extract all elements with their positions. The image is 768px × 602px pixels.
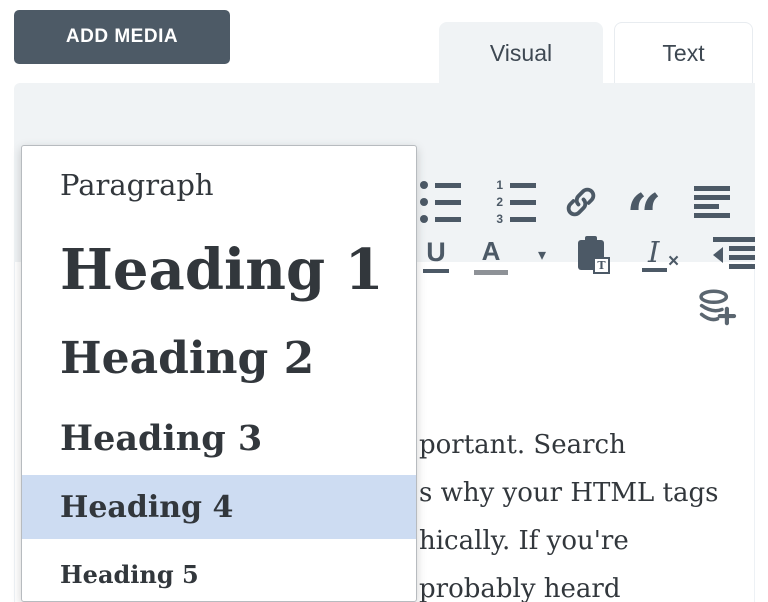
text-line: s why your HTML tags bbox=[419, 478, 719, 508]
paste-as-text-icon: T bbox=[576, 236, 610, 274]
tab-text[interactable]: Text bbox=[614, 22, 753, 84]
format-option-heading-3[interactable]: Heading 3 bbox=[22, 401, 416, 475]
stack-add-icon[interactable] bbox=[697, 288, 737, 332]
editor-window: ADD MEDIA Visual Text Heading 4 ▾ B I 1 … bbox=[0, 0, 768, 602]
paste-as-text-button[interactable]: T bbox=[570, 233, 616, 277]
format-option-heading-2[interactable]: Heading 2 bbox=[22, 316, 416, 401]
align-left-button[interactable] bbox=[692, 180, 732, 224]
underline-bar bbox=[423, 269, 449, 273]
align-left-icon bbox=[694, 186, 730, 218]
clear-formatting-button[interactable]: I × bbox=[639, 233, 687, 277]
format-option-heading-4-selected[interactable]: Heading 4 bbox=[22, 475, 416, 539]
document-text[interactable]: portant. Search s why your HTML tags hic… bbox=[419, 421, 759, 602]
outdent-button[interactable] bbox=[711, 233, 757, 277]
text-color-caret-icon[interactable]: ▾ bbox=[524, 233, 560, 277]
bullet-list-icon bbox=[419, 181, 461, 223]
format-option-heading-1[interactable]: Heading 1 bbox=[22, 223, 416, 316]
outdent-icon bbox=[713, 237, 755, 273]
tab-visual[interactable]: Visual bbox=[439, 22, 603, 84]
clear-formatting-icon: I × bbox=[642, 235, 684, 275]
link-button[interactable] bbox=[560, 180, 602, 224]
text-line: probably heard bbox=[419, 574, 621, 602]
format-option-heading-5[interactable]: Heading 5 bbox=[22, 539, 416, 601]
underline-glyph: U bbox=[426, 237, 446, 267]
numbered-list-button[interactable]: 1 2 3 bbox=[490, 179, 540, 225]
underline-button[interactable]: U bbox=[414, 233, 458, 277]
text-color-bar bbox=[474, 269, 508, 275]
text-line: hically. If you're bbox=[419, 526, 629, 556]
text-color-glyph: A bbox=[481, 235, 501, 266]
text-color-button[interactable]: A bbox=[469, 233, 513, 277]
bullet-list-button[interactable] bbox=[418, 180, 462, 224]
format-dropdown-menu: Paragraph Heading 1 Heading 2 Heading 3 … bbox=[21, 145, 417, 602]
blockquote-button[interactable]: “ bbox=[622, 180, 666, 248]
text-line: portant. Search bbox=[419, 430, 626, 460]
link-icon bbox=[566, 187, 596, 217]
format-option-paragraph[interactable]: Paragraph bbox=[22, 146, 416, 223]
numbered-list-icon: 1 2 3 bbox=[494, 179, 536, 225]
add-media-button[interactable]: ADD MEDIA bbox=[14, 10, 230, 64]
